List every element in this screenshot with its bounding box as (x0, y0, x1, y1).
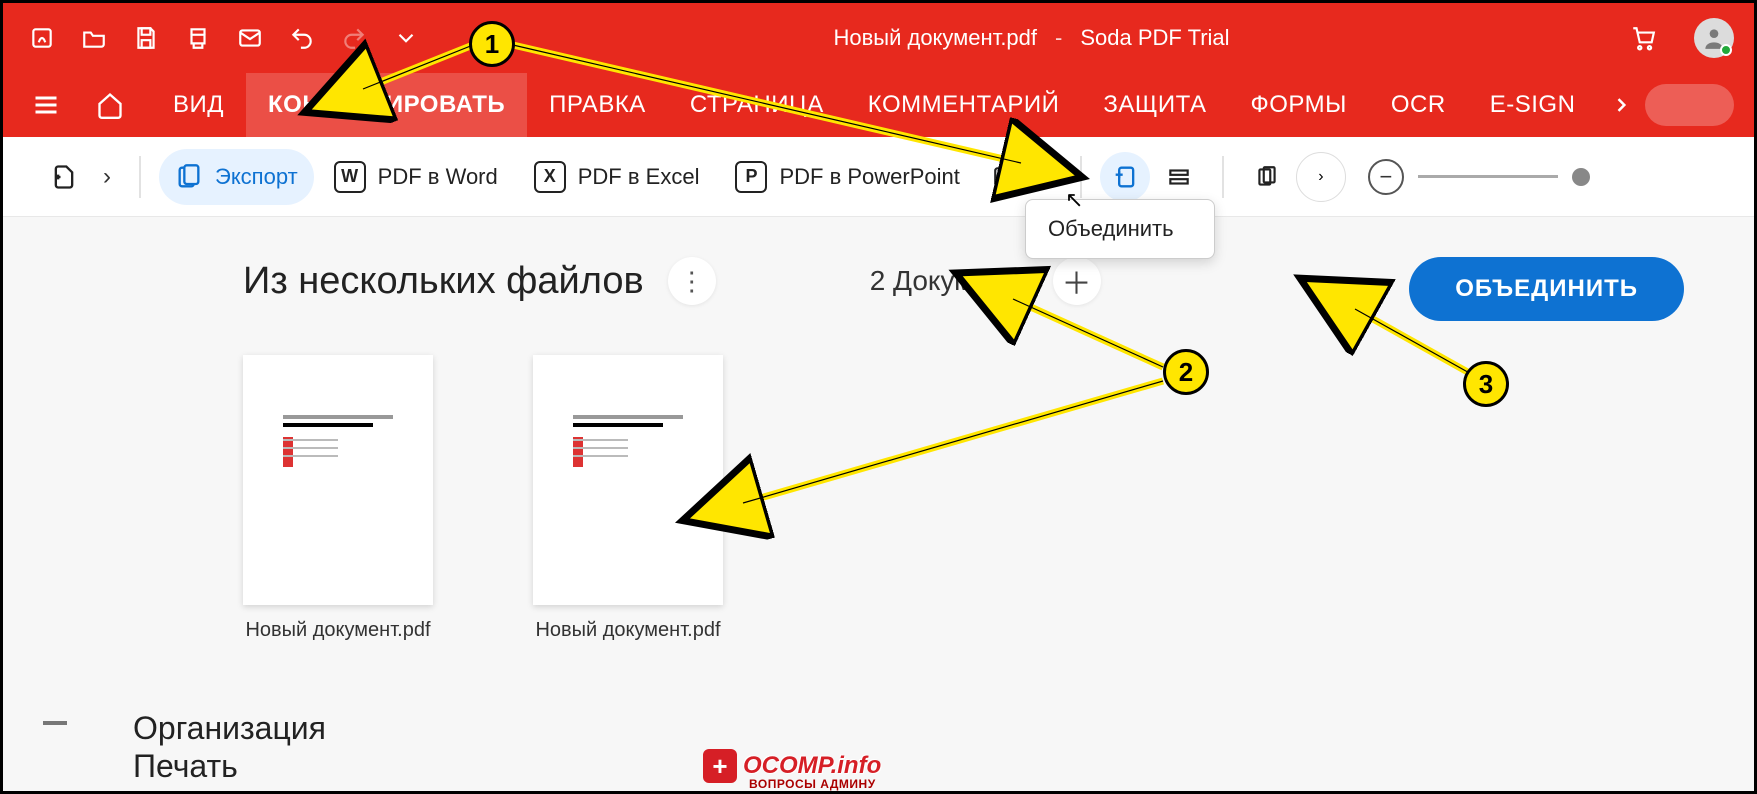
divider (1080, 156, 1082, 198)
pdf-to-ppt-label: PDF в PowerPoint (779, 164, 959, 190)
zoom-out-icon[interactable]: − (1368, 159, 1404, 195)
background-text: Организация Печать (133, 709, 326, 785)
customize-dropdown-icon[interactable] (387, 19, 425, 57)
home-icon[interactable] (87, 82, 133, 128)
page-thumbnail[interactable] (533, 355, 723, 605)
tab-komment[interactable]: КОММЕНТАРИЙ (846, 73, 1082, 137)
document-name: Новый документ.pdf (833, 25, 1037, 51)
page-thumbnail[interactable] (243, 355, 433, 605)
document-count: 2 Документа (870, 265, 1033, 297)
tab-esign[interactable]: E-SIGN (1468, 73, 1598, 137)
open-icon[interactable] (75, 19, 113, 57)
file-name: Новый документ.pdf (535, 619, 720, 642)
pdf-to-excel-label: PDF в Excel (578, 164, 700, 190)
annotation-number-1: 1 (469, 21, 515, 67)
tab-bar: ВИД КОНВЕРТИРОВАТЬ ПРАВКА СТРАНИЦА КОММЕ… (3, 73, 1754, 137)
pdf-to-ppt-button[interactable]: P PDF в PowerPoint (719, 149, 975, 205)
file-item[interactable]: Новый документ.pdf (243, 355, 433, 642)
user-avatar[interactable] (1694, 18, 1734, 58)
export-label: Экспорт (215, 164, 298, 190)
split-icon[interactable] (1154, 152, 1204, 202)
undo-icon[interactable] (283, 19, 321, 57)
zoom-track[interactable] (1418, 175, 1558, 178)
pdf-to-word-button[interactable]: W PDF в Word (318, 149, 514, 205)
tab-formy[interactable]: ФОРМЫ (1228, 73, 1368, 137)
ribbon-bar: › Экспорт W PDF в Word X PDF в Excel P P… (3, 137, 1754, 217)
tab-konvertirovat[interactable]: КОНВЕРТИРОВАТЬ (246, 73, 527, 137)
file-item[interactable]: Новый документ.pdf (533, 355, 723, 642)
merge-tool-icon[interactable] (1100, 152, 1150, 202)
print-icon[interactable] (179, 19, 217, 57)
pdf-to-word-label: PDF в Word (378, 164, 498, 190)
file-name: Новый документ.pdf (245, 619, 430, 642)
chevron-left-icon[interactable]: ‹ (1034, 163, 1062, 191)
insert-file-icon[interactable] (39, 152, 89, 202)
quick-access-bar: Новый документ.pdf - Soda PDF Trial (3, 3, 1754, 73)
hamburger-icon[interactable] (23, 82, 69, 128)
annotation-number-2: 2 (1163, 349, 1209, 395)
watermark-subtext: ВОПРОСЫ АДМИНУ (749, 777, 876, 791)
cart-icon[interactable] (1624, 19, 1662, 57)
save-icon[interactable] (127, 19, 165, 57)
excel-letter-icon: X (534, 161, 566, 193)
tab-more-icon[interactable] (1597, 73, 1645, 137)
divider (139, 156, 141, 198)
quick-copy-icon[interactable] (1242, 152, 1292, 202)
title-separator: - (1055, 25, 1062, 51)
pdf-to-excel-button[interactable]: X PDF в Excel (518, 149, 716, 205)
divider (1222, 156, 1224, 198)
mail-icon[interactable] (231, 19, 269, 57)
export-button[interactable]: Экспорт (159, 149, 314, 205)
window-title: Новый документ.pdf - Soda PDF Trial (439, 25, 1624, 51)
product-name: Soda PDF Trial (1080, 25, 1229, 51)
merge-button[interactable]: ОБЪЕДИНИТЬ (1409, 257, 1684, 321)
word-letter-icon: W (334, 161, 366, 193)
tab-ocr[interactable]: OCR (1369, 73, 1468, 137)
more-options-button[interactable]: ⋮ (668, 257, 716, 305)
zoom-handle[interactable] (1572, 168, 1590, 186)
search-input[interactable] (1645, 84, 1734, 126)
page-title: Из нескольких файлов (243, 260, 644, 303)
watermark-text: OCOMP.info (743, 752, 881, 780)
plus-icon: + (703, 749, 737, 783)
chevron-right-icon[interactable]: › (93, 163, 121, 191)
merge-tooltip: Объединить (1025, 199, 1215, 259)
tab-pravka[interactable]: ПРАВКА (527, 73, 668, 137)
annotation-number-3: 3 (1463, 361, 1509, 407)
ppt-letter-icon: P (735, 161, 767, 193)
app-logo-icon[interactable] (23, 19, 61, 57)
redo-icon (335, 19, 373, 57)
main-area: Из нескольких файлов ⋮ 2 Документа ＋ ОБЪ… (3, 217, 1754, 791)
tab-zashchita[interactable]: ЗАЩИТА (1081, 73, 1228, 137)
status-dot-icon (1720, 44, 1732, 56)
image-icon[interactable] (980, 152, 1030, 202)
chevron-right-icon[interactable]: › (1296, 152, 1346, 202)
tab-stranica[interactable]: СТРАНИЦА (668, 73, 846, 137)
zoom-slider[interactable]: − (1368, 159, 1590, 195)
add-document-button[interactable]: ＋ (1053, 257, 1101, 305)
tab-vid[interactable]: ВИД (151, 73, 246, 137)
divider (43, 721, 67, 725)
